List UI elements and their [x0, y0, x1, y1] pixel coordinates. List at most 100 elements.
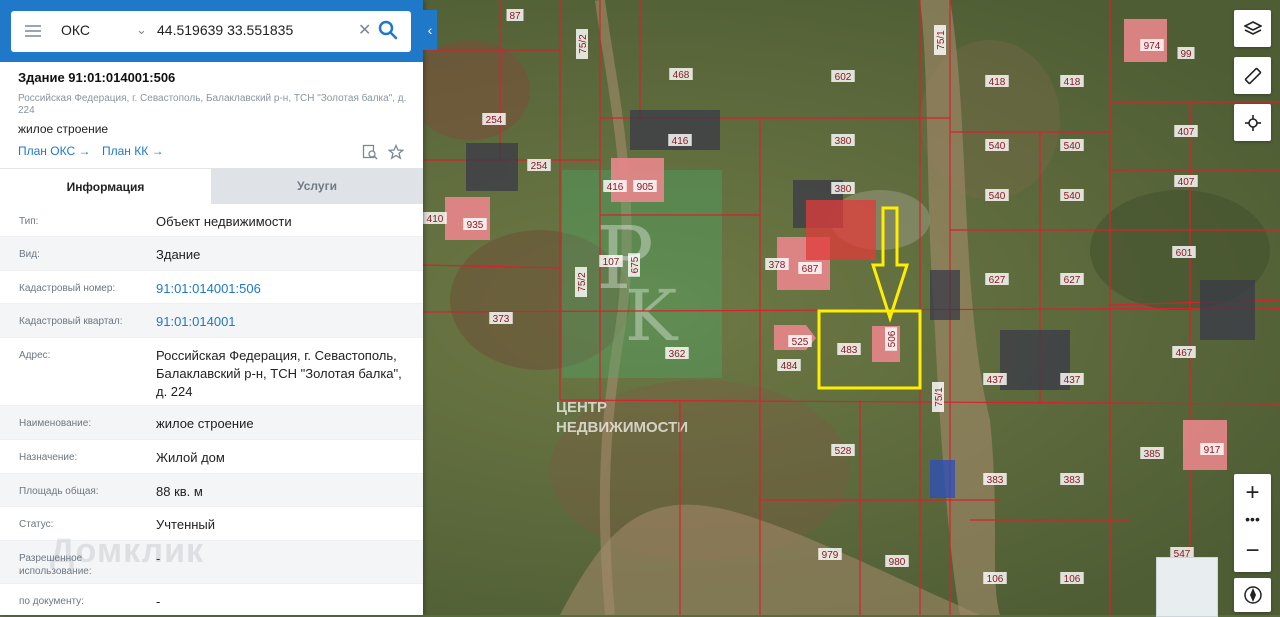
parcel-label: 383 [987, 475, 1004, 486]
ruler-button[interactable] [1234, 57, 1271, 94]
ruler-icon [1244, 67, 1261, 84]
info-panel: ОКС ⌄ ✕ Здание 91:01:014001:506 Российск… [0, 0, 423, 615]
parcel-label: 407 [1178, 177, 1195, 188]
favorite-star-icon[interactable] [388, 144, 404, 160]
overlay-logo-k: K [625, 275, 679, 357]
parcel-label: 467 [1176, 348, 1193, 359]
layers-icon [1243, 20, 1262, 35]
parcel-label: 407 [1178, 127, 1195, 138]
search-bar: ОКС ⌄ ✕ [0, 0, 423, 62]
chevron-down-icon[interactable]: ⌄ [136, 22, 147, 38]
more-icon[interactable]: ••• [1234, 510, 1271, 528]
compass-button[interactable] [1234, 578, 1271, 612]
parcel-label: 99 [1180, 49, 1192, 60]
parcel-label: 540 [989, 141, 1006, 152]
info-row-cadastral-number: Кадастровый номер: 91:01:014001:506 [0, 271, 423, 304]
parcel-label: 75/1 [934, 387, 945, 407]
search-type-select[interactable]: ОКС [61, 22, 90, 38]
parcel-label: 418 [989, 77, 1006, 88]
row-label: Вид: [19, 249, 40, 260]
parcel-label: 373 [493, 314, 510, 325]
red-roof [806, 200, 876, 260]
tab-information[interactable]: Информация [0, 168, 211, 205]
row-label: Статус: [19, 519, 54, 530]
overlay-text-bottom: НЕДВИЖИМОСТИ [556, 419, 688, 436]
menu-icon[interactable] [25, 25, 41, 37]
info-row-type: Тип: Объект недвижимости [0, 204, 423, 237]
row-label: Кадастровый номер: [19, 283, 116, 294]
search-input[interactable] [157, 19, 347, 41]
layers-button[interactable] [1234, 10, 1271, 47]
cadastral-quarter-link[interactable]: 91:01:014001 [156, 313, 411, 331]
row-value: Жилой дом [156, 450, 225, 465]
parcel-label: 75/1 [936, 30, 947, 50]
parcel-label: 905 [637, 182, 654, 193]
parcel-label: 437 [987, 375, 1004, 386]
row-label: Площадь общая: [19, 486, 99, 497]
row-label: Тип: [19, 216, 39, 227]
clear-icon[interactable]: ✕ [358, 20, 371, 40]
tab-services[interactable]: Услуги [211, 168, 423, 204]
overlay-text-top: ЦЕНТР [556, 399, 607, 416]
parcel-label: 974 [1144, 41, 1161, 52]
zoom-in-button[interactable]: + [1234, 478, 1271, 508]
row-label: по документу: [19, 596, 84, 607]
search-box: ОКС ⌄ ✕ [11, 11, 411, 52]
parcel-label: 75/2 [577, 272, 588, 292]
cadastral-number-link[interactable]: 91:01:014001:506 [156, 280, 411, 298]
parcel-label: 980 [889, 557, 906, 568]
parcel-label: 418 [1064, 77, 1081, 88]
parcel-label: 416 [672, 136, 689, 147]
parcel-label: 540 [989, 191, 1006, 202]
info-row-area: Площадь общая: 88 кв. м [0, 474, 423, 507]
row-label: Назначение: [19, 452, 78, 463]
parcel-label: 385 [1144, 449, 1161, 460]
parcel-label: 380 [835, 136, 852, 147]
info-row-kind: Вид: Здание [0, 237, 423, 271]
parcel-label: 528 [835, 446, 852, 457]
parcel-label: 935 [467, 220, 484, 231]
plan-kk-link[interactable]: План КК → [102, 144, 164, 158]
parcel-label: 378 [769, 260, 786, 271]
parcel-label: 687 [802, 264, 819, 275]
map-search-icon[interactable] [362, 144, 378, 160]
parcel-label: 627 [989, 275, 1006, 286]
parcel-label: 106 [1064, 574, 1081, 585]
parcel-label: 540 [1064, 191, 1081, 202]
info-row-by-document: по документу: - [0, 584, 423, 615]
collapse-panel-button[interactable]: ‹ [423, 10, 437, 50]
parcel-label: 254 [531, 161, 548, 172]
parcel-label: 484 [781, 361, 798, 372]
search-icon[interactable] [377, 19, 399, 41]
parcel-label: 468 [673, 70, 690, 81]
parcel-label: 602 [835, 72, 852, 83]
info-row-name: Наименование: жилое строение [0, 406, 423, 440]
compass-icon [1243, 586, 1262, 604]
minimap[interactable] [1156, 557, 1218, 617]
blue-tent [930, 460, 955, 498]
parcel-label: 416 [607, 182, 624, 193]
parcel-label: 87 [509, 11, 521, 22]
zoom-controls: + ••• − [1234, 474, 1271, 572]
info-row-cadastral-quarter: Кадастровый квартал: 91:01:014001 [0, 304, 423, 338]
parcel-label: 437 [1064, 375, 1081, 386]
zoom-out-button[interactable]: − [1234, 536, 1271, 566]
parcel-label: 362 [669, 349, 686, 360]
info-row-address: Адрес: Российская Федерация, г. Севастоп… [0, 338, 423, 406]
parcel-label: 540 [1064, 141, 1081, 152]
parcel-label: 107 [603, 257, 620, 268]
domclick-watermark: Домклик [50, 532, 205, 570]
parcel-label: 254 [486, 115, 503, 126]
object-title: Здание 91:01:014001:506 [18, 70, 176, 85]
parcel-label: 979 [822, 550, 839, 561]
parcel-label: 917 [1204, 445, 1221, 456]
plan-oks-link[interactable]: План ОКС → [18, 144, 90, 158]
row-value: 88 кв. м [156, 484, 203, 499]
row-value: Здание [156, 247, 201, 262]
row-value: Российская Федерация, г. Севастополь, Ба… [156, 348, 402, 399]
row-label: Адрес: [19, 350, 51, 361]
info-row-purpose: Назначение: Жилой дом [0, 440, 423, 474]
locate-button[interactable] [1234, 104, 1271, 141]
parcel-label: 75/2 [578, 34, 589, 54]
row-value: Объект недвижимости [156, 214, 292, 229]
